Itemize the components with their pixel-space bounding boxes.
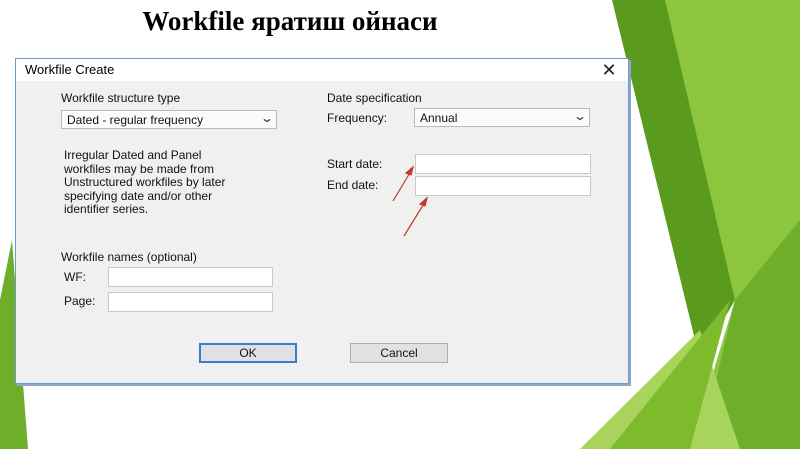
description-line: identifier series. <box>64 202 149 216</box>
description-line: Irregular Dated and Panel <box>64 148 202 162</box>
chevron-down-icon: ⌄ <box>572 109 588 123</box>
structure-type-value: Dated - regular frequency <box>67 113 204 127</box>
chevron-down-icon: ⌄ <box>259 111 275 125</box>
dialog-titlebar: Workfile Create ✕ <box>16 59 628 81</box>
frequency-label: Frequency: <box>327 111 388 125</box>
close-button[interactable]: ✕ <box>598 59 620 81</box>
date-spec-heading: Date specification <box>327 91 422 105</box>
slide-title: Workfile яратиш ойнаси <box>142 6 438 36</box>
page-label: Page: <box>64 294 96 308</box>
workfile-names-heading: Workfile names (optional) <box>61 250 197 264</box>
structure-type-select[interactable]: Dated - regular frequency ⌄ <box>61 110 277 129</box>
cancel-button[interactable]: Cancel <box>350 343 448 363</box>
green-shape-dark <box>612 0 735 360</box>
end-date-input[interactable] <box>415 176 591 196</box>
start-date-label: Start date: <box>327 157 383 171</box>
frequency-select[interactable]: Annual ⌄ <box>414 108 590 127</box>
description-line: specifying date and/or other <box>64 188 213 203</box>
close-icon: ✕ <box>601 60 617 80</box>
description-line: workfiles may be made from <box>64 161 215 176</box>
description-line: Unstructured workfiles by later <box>64 175 226 189</box>
structure-description: Irregular Dated and Panel workfiles may … <box>64 148 294 217</box>
ok-button[interactable]: OK <box>199 343 297 363</box>
end-date-label: End date: <box>327 178 379 192</box>
start-date-input[interactable] <box>415 154 591 174</box>
page-name-input[interactable] <box>108 292 273 312</box>
dialog-title: Workfile Create <box>25 62 115 77</box>
wf-name-input[interactable] <box>108 267 273 287</box>
green-shape-mid <box>700 220 800 449</box>
workfile-create-dialog: Workfile Create ✕ Workfile structure typ… <box>15 58 629 384</box>
green-shape-right <box>640 0 800 449</box>
frequency-value: Annual <box>420 111 458 125</box>
wf-label: WF: <box>64 270 86 284</box>
structure-type-heading: Workfile structure type <box>61 91 181 105</box>
